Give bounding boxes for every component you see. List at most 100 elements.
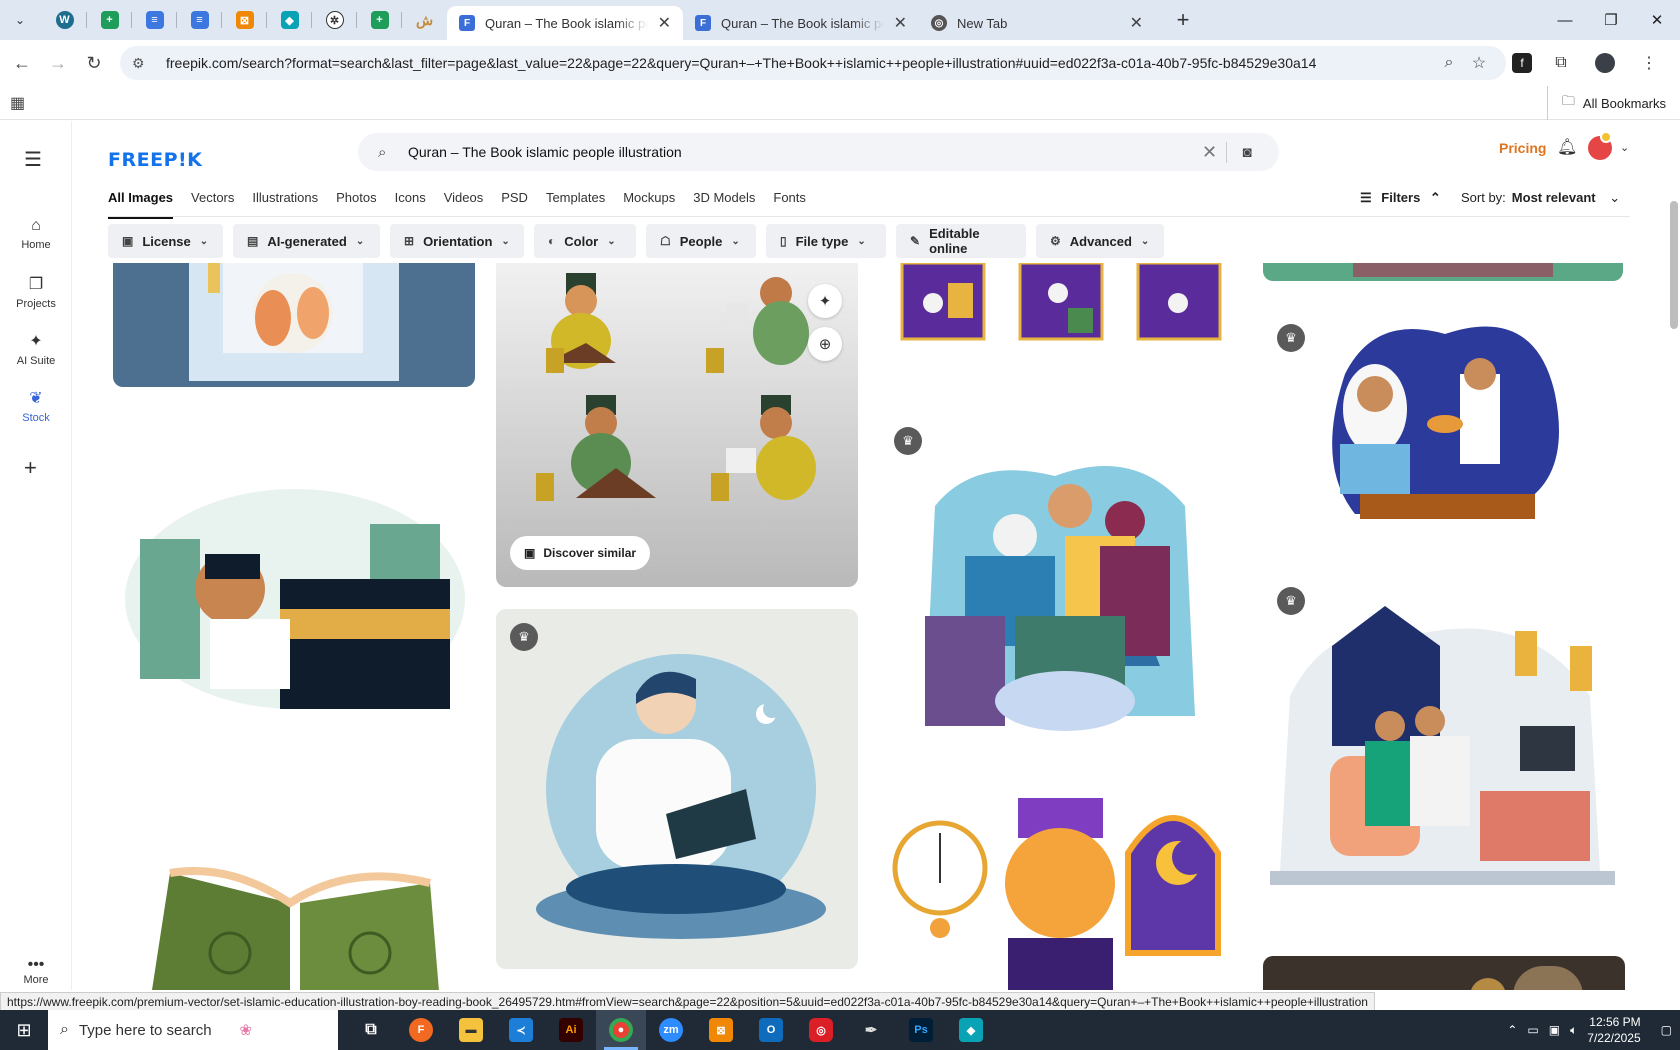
freepik-logo[interactable]: FREEP!K	[108, 149, 202, 171]
volume-icon[interactable]: 🔈︎	[1570, 1023, 1577, 1038]
new-tab-button[interactable]: +	[1169, 7, 1197, 33]
site-info-icon[interactable]: ⚙	[132, 55, 154, 72]
pinned-tab[interactable]: +	[357, 0, 402, 40]
browser-tab-active[interactable]: F Quran – The Book islamic people illust…	[447, 6, 683, 40]
image-card[interactable]	[1270, 606, 1615, 896]
camera-search-icon[interactable]: ◙	[1227, 144, 1267, 161]
apps-grid-icon[interactable]: ▦	[10, 93, 30, 113]
chrome-icon[interactable]: ●	[596, 1010, 646, 1050]
bell-icon[interactable]: 🔔︎	[1557, 137, 1577, 157]
pinned-tab[interactable]: ≡	[132, 0, 177, 40]
windows-start-icon[interactable]: ⊞	[0, 1010, 48, 1050]
image-card[interactable]	[895, 446, 1210, 736]
tab-videos[interactable]: Videos	[444, 185, 484, 219]
chip-color[interactable]: ◐ Color ⌄	[534, 224, 636, 258]
zoom-icon[interactable]: ⌕	[1434, 54, 1464, 72]
chip-license[interactable]: ▣ License ⌄	[108, 224, 223, 258]
back-icon[interactable]: ←	[4, 45, 40, 81]
tab-all-images[interactable]: All Images	[108, 185, 174, 219]
profile-icon[interactable]	[1590, 46, 1620, 80]
search-input[interactable]: Quran – The Book islamic people illustra…	[408, 144, 1193, 160]
chip-people[interactable]: ☖ People ⌄	[646, 224, 756, 258]
pinned-tab[interactable]: ✲	[312, 0, 357, 40]
pinned-tab[interactable]: ش	[402, 0, 447, 40]
azure-icon[interactable]: ◆	[946, 1010, 996, 1050]
outlook-icon[interactable]: O	[746, 1010, 796, 1050]
hamburger-menu-icon[interactable]: ☰	[24, 147, 42, 172]
clock[interactable]: 12:56 PM 7/22/2025	[1587, 1014, 1640, 1046]
filters-button[interactable]: ☰ Filters ⌃	[1360, 190, 1441, 206]
chip-orientation[interactable]: ⊞ Orientation ⌄	[390, 224, 524, 258]
sidebar-item-stock[interactable]: ❦ Stock	[0, 388, 72, 424]
extension-icon[interactable]: f	[1512, 53, 1532, 73]
tab-photos[interactable]: Photos	[336, 185, 376, 219]
image-card[interactable]	[150, 853, 440, 990]
creative-cloud-icon[interactable]: ◎	[796, 1010, 846, 1050]
tab-search-button[interactable]: ⌄	[6, 6, 34, 34]
chip-advanced[interactable]: ⚙ Advanced ⌄	[1036, 224, 1164, 258]
pinned-tab[interactable]: ≡	[177, 0, 222, 40]
chip-ai-generated[interactable]: ▤ AI-generated ⌄	[233, 224, 380, 258]
chip-file-type[interactable]: ▯ File type ⌄	[766, 224, 886, 258]
tab-vectors[interactable]: Vectors	[191, 185, 234, 219]
pen-tool-icon[interactable]: ✒	[846, 1010, 896, 1050]
reload-icon[interactable]: ↻	[76, 45, 112, 81]
close-tab-icon[interactable]: ✕	[894, 13, 907, 33]
restore-icon[interactable]: ❐	[1588, 0, 1634, 40]
photoshop-icon[interactable]: Ps	[896, 1010, 946, 1050]
sidebar-item-home[interactable]: ⌂ Home	[0, 217, 72, 251]
discover-similar-button[interactable]: ▣ Discover similar	[510, 536, 651, 570]
network-icon[interactable]: ▭	[1527, 1023, 1538, 1037]
task-view-icon[interactable]: ⧉	[346, 1010, 396, 1050]
tab-3d-models[interactable]: 3D Models	[693, 185, 755, 219]
close-window-icon[interactable]: ✕	[1634, 0, 1680, 40]
close-tab-icon[interactable]: ✕	[1130, 13, 1143, 33]
ai-edit-icon[interactable]: ✦	[808, 284, 842, 318]
image-card[interactable]	[1263, 956, 1625, 990]
display-icon[interactable]: ▣	[1549, 1023, 1560, 1037]
image-card[interactable]	[878, 793, 1240, 990]
illustrator-icon[interactable]: Ai	[546, 1010, 596, 1050]
address-bar[interactable]: ⚙ freepik.com/search?format=search&last_…	[120, 46, 1506, 80]
sidebar-item-more[interactable]: ••• More	[0, 956, 72, 986]
tab-illustrations[interactable]: Illustrations	[252, 185, 318, 219]
browser-tab[interactable]: F Quran – The Book islamic people illust…	[683, 6, 919, 40]
clear-search-icon[interactable]: ✕	[1193, 141, 1227, 163]
tab-fonts[interactable]: Fonts	[773, 185, 806, 219]
zoom-app-icon[interactable]: zm	[646, 1010, 696, 1050]
tab-templates[interactable]: Templates	[546, 185, 605, 219]
image-card[interactable]	[113, 263, 475, 387]
image-card[interactable]	[878, 263, 1238, 343]
image-card[interactable]	[1315, 314, 1570, 544]
page-scrollbar[interactable]	[1670, 201, 1678, 329]
firefox-icon[interactable]: F	[396, 1010, 446, 1050]
sidebar-item-projects[interactable]: ❐ Projects	[0, 274, 72, 310]
pinned-tab[interactable]: +	[87, 0, 132, 40]
drawio-icon[interactable]: ⊠	[696, 1010, 746, 1050]
image-card[interactable]	[496, 609, 858, 969]
kebab-menu-icon[interactable]: ⋮	[1634, 46, 1664, 80]
tab-icons[interactable]: Icons	[395, 185, 426, 219]
notification-icon[interactable]: ▢	[1661, 1023, 1672, 1037]
chevron-down-icon[interactable]: ⌄	[1620, 141, 1629, 154]
pinned-tab[interactable]: ◆	[267, 0, 312, 40]
close-tab-icon[interactable]: ✕	[658, 13, 671, 33]
sidebar-item-ai-suite[interactable]: ✦ AI Suite	[0, 331, 72, 367]
puzzle-icon[interactable]: ⧉	[1546, 46, 1576, 80]
all-bookmarks-button[interactable]: 🗀 All Bookmarks	[1546, 86, 1666, 120]
image-card[interactable]	[120, 469, 465, 714]
pinned-tab[interactable]: ⊠	[222, 0, 267, 40]
bookmark-star-icon[interactable]: ☆	[1464, 53, 1494, 73]
chevron-up-icon[interactable]: ⌃	[1507, 1023, 1517, 1037]
chip-editable-online[interactable]: ✎ Editable online	[896, 224, 1026, 258]
add-icon[interactable]: +	[24, 455, 37, 481]
image-card[interactable]	[1263, 263, 1623, 281]
vscode-icon[interactable]: ≺	[496, 1010, 546, 1050]
pricing-link[interactable]: Pricing	[1499, 140, 1546, 156]
browser-tab[interactable]: ◎ New Tab ✕	[919, 6, 1155, 40]
pinned-tab[interactable]: W	[42, 0, 87, 40]
taskbar-search[interactable]: ⌕ Type here to search ❀	[48, 1010, 338, 1050]
forward-icon[interactable]: →	[40, 45, 76, 81]
tab-psd[interactable]: PSD	[501, 185, 528, 219]
sort-dropdown[interactable]: Sort by: Most relevant ⌄	[1461, 190, 1620, 206]
